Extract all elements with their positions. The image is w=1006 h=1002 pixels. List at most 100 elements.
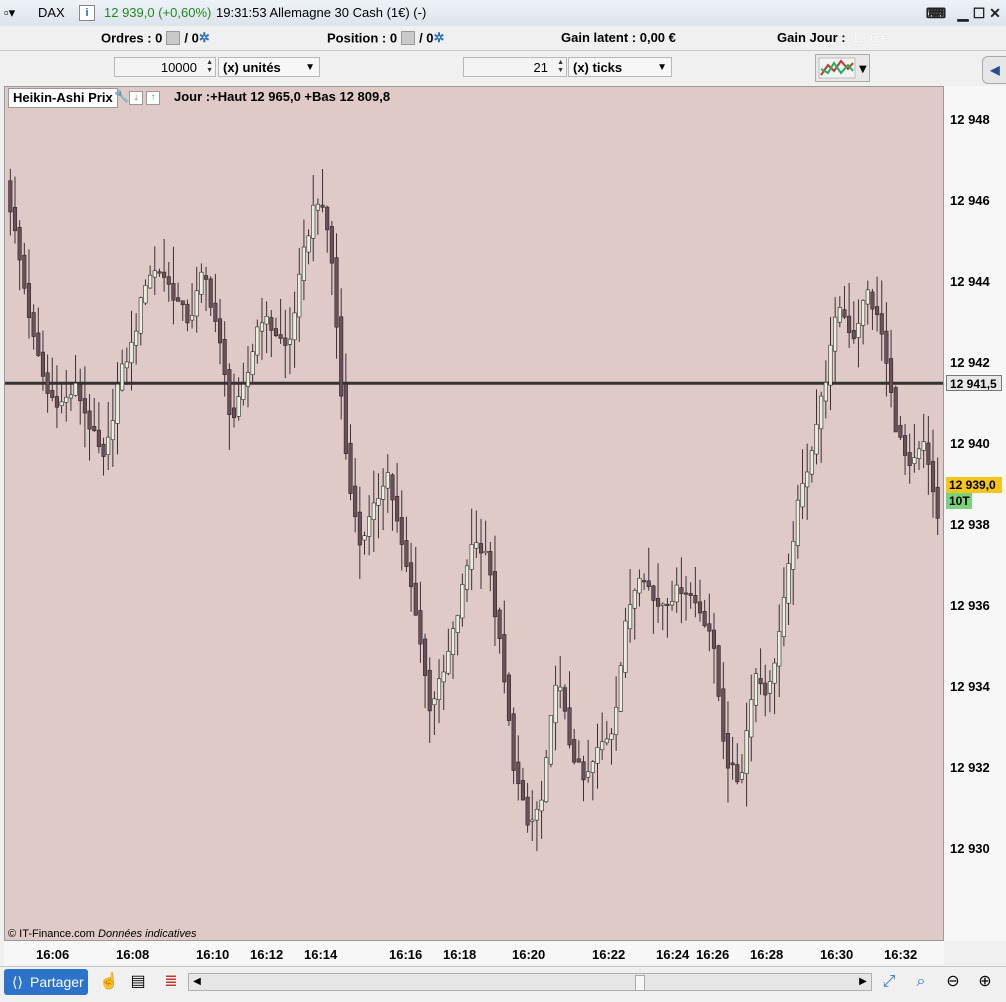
close-position-button[interactable]	[401, 31, 416, 45]
bullish-candle	[670, 601, 675, 606]
bearish-candle	[283, 337, 288, 346]
hand-cursor-icon[interactable]: ☝	[98, 971, 120, 993]
bearish-candle	[506, 674, 511, 721]
x-tick-label: 16:10	[196, 947, 230, 962]
y-tick-label: 12 944	[950, 274, 990, 289]
bullish-candle	[194, 290, 199, 317]
bullish-candle	[441, 671, 446, 683]
stepper-arrows-icon[interactable]: ▲ ▼	[206, 59, 213, 75]
bearish-candle	[54, 396, 59, 408]
table-icon[interactable]: ▤	[127, 971, 149, 993]
bearish-candle	[101, 443, 106, 457]
bullish-candle	[753, 673, 758, 706]
bearish-candle	[492, 571, 498, 618]
gain-latent: Gain latent : 0,00 €	[561, 30, 676, 45]
bullish-candle	[236, 396, 241, 417]
bullish-candle	[311, 204, 316, 239]
bearish-candle	[92, 426, 97, 432]
window-title: 19:31:53 Allemagne 30 Cash (1€) (-)	[216, 5, 427, 20]
bearish-candle	[82, 398, 87, 414]
bullish-candle	[674, 584, 679, 603]
scroll-right-icon[interactable]: ▶	[855, 974, 871, 990]
indicator-legend[interactable]: Heikin-Ashi Prix	[8, 88, 118, 108]
share-button[interactable]: ⟨⟩ Partager	[4, 969, 88, 995]
bullish-candle	[749, 699, 754, 738]
bearish-candle	[665, 603, 670, 606]
bearish-candle	[87, 410, 92, 430]
price-change: 12 939,0 (+0,60%)	[104, 5, 212, 20]
bullish-candle	[120, 363, 125, 391]
bullish-candle	[446, 650, 451, 674]
wrench-icon[interactable]: 🔧	[114, 89, 129, 103]
copyright-source: © IT-Finance.com	[8, 928, 95, 940]
bullish-candle	[190, 315, 195, 321]
close-icon[interactable]: ✕	[986, 4, 1004, 22]
bearish-candle	[656, 597, 661, 607]
bearish-candle	[898, 424, 903, 438]
zoom-in-icon[interactable]: ⊕	[974, 971, 996, 993]
x-tick-label: 16:12	[250, 947, 284, 962]
keyboard-icon[interactable]: ⌨	[924, 4, 948, 22]
bullish-candle	[134, 330, 139, 346]
units-dropdown[interactable]: (x) unités ▼	[218, 57, 320, 77]
bullish-candle	[464, 565, 470, 590]
bullish-candle	[367, 516, 372, 537]
bearish-candle	[763, 682, 768, 696]
bullish-candle	[539, 799, 544, 812]
bearish-candle	[325, 206, 330, 231]
bullish-candle	[68, 394, 73, 399]
bullish-candle	[660, 603, 665, 606]
bearish-candle	[180, 300, 185, 306]
stepper-arrows-icon[interactable]: ▲ ▼	[557, 59, 564, 75]
scroll-thumb[interactable]	[635, 975, 645, 991]
info-icon[interactable]: i	[79, 5, 95, 21]
bullish-candle	[437, 678, 442, 701]
bearish-candle	[185, 303, 190, 324]
zoom-out-icon[interactable]: ⊖	[942, 971, 964, 993]
bearish-candle	[17, 226, 22, 261]
bullish-candle	[301, 246, 306, 281]
bearish-candle	[697, 601, 703, 614]
bullish-candle	[800, 483, 805, 508]
price-axis[interactable]: 12 948 12 946 12 944 12 942 12 940 12 938 12 9…	[944, 86, 1006, 941]
auto-scale-icon[interactable]: ⤢	[878, 971, 900, 993]
scroll-left-icon[interactable]: ◀	[189, 974, 205, 990]
bar-chart-icon[interactable]: ≣	[160, 971, 182, 993]
bearish-candle	[45, 372, 50, 394]
ticks-dropdown[interactable]: (x) ticks ▼	[568, 57, 672, 77]
zoom-fit-icon[interactable]: ⌕	[910, 971, 932, 993]
bearish-candle	[707, 623, 712, 632]
instrument-name[interactable]: DAX	[38, 4, 65, 22]
chart-scrollbar[interactable]: ◀ ▶	[188, 973, 872, 991]
x-tick-label: 16:24	[656, 947, 690, 962]
bearish-candle	[889, 358, 894, 393]
bearish-candle	[162, 271, 167, 278]
time-axis[interactable]: 16:06 16:08 16:10 16:12 16:14 16:16 16:18 16:20…	[4, 941, 944, 965]
remove-indicator-icon[interactable]: ↓	[128, 91, 143, 105]
bearish-candle	[646, 580, 651, 588]
side-panel-toggle[interactable]: ◀	[982, 56, 1006, 84]
gear-icon[interactable]: ✲	[434, 29, 445, 47]
bearish-candle	[683, 592, 689, 595]
gear-icon[interactable]: ✲	[199, 29, 210, 47]
units-stepper[interactable]: 10000 ▲ ▼	[114, 57, 216, 77]
x-tick-label: 16:30	[820, 947, 854, 962]
cancel-orders-button[interactable]	[166, 31, 181, 45]
bearish-candle	[893, 387, 898, 433]
chevron-down-icon: ▼	[305, 62, 315, 73]
bullish-candle	[73, 382, 78, 396]
bullish-candle	[828, 344, 833, 386]
trading-tools-button[interactable]: ▼	[815, 54, 870, 82]
bottom-toolbar: ⟨⟩ Partager ☝ ▤ ≣ ◀ ▶ ⤢ ⌕ ⊖ ⊕	[0, 966, 1006, 1002]
window-icon[interactable]: ▫▾	[4, 4, 15, 22]
bullish-candle	[148, 274, 153, 289]
bearish-candle	[12, 206, 18, 232]
bullish-candle	[558, 686, 563, 692]
bearish-candle	[502, 634, 507, 683]
bullish-candle	[623, 620, 628, 673]
add-indicator-icon[interactable]: ↑	[145, 91, 160, 105]
chart-area[interactable]	[4, 86, 944, 941]
ticks-stepper[interactable]: 21 ▲ ▼	[463, 57, 567, 77]
bullish-candle	[609, 733, 614, 740]
bearish-candle	[22, 254, 27, 289]
